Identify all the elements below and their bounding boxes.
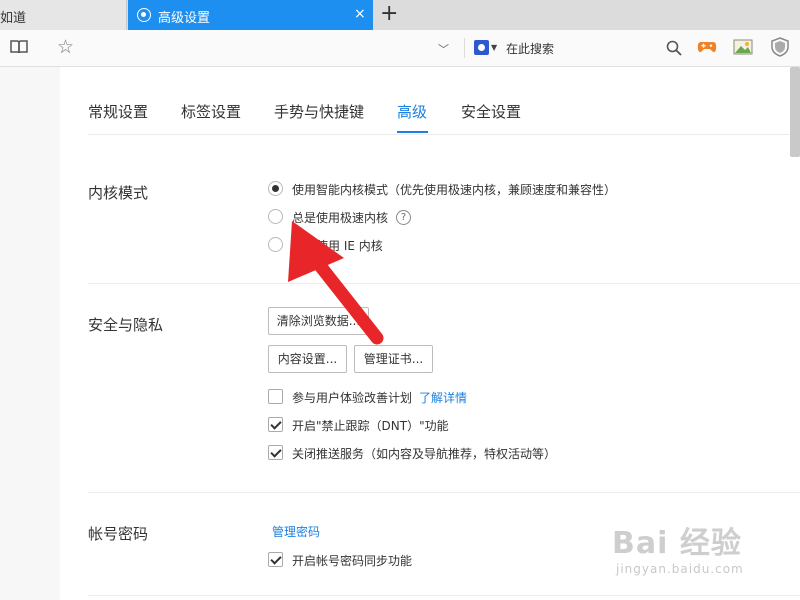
search-icon[interactable] — [666, 40, 682, 56]
radio-speed-kernel-label[interactable]: 总是使用极速内核 — [292, 209, 388, 226]
radio-ie-kernel-label[interactable]: 总是使用 IE 内核 — [292, 237, 383, 254]
scrollbar[interactable] — [790, 67, 800, 157]
tab-previous-label: 如道 — [0, 11, 27, 26]
content-settings-button[interactable]: 内容设置... — [268, 345, 347, 373]
checkbox-dnt-label[interactable]: 开启"禁止跟踪（DNT）"功能 — [292, 417, 449, 434]
baidu-paw-icon[interactable] — [474, 40, 489, 55]
book-icon[interactable] — [10, 40, 28, 54]
tab-close-icon[interactable]: × — [354, 6, 366, 22]
radio-smart-kernel[interactable] — [268, 181, 283, 196]
checkbox-ux-program[interactable] — [268, 389, 283, 404]
checkbox-disable-push-label[interactable]: 关闭推送服务（如内容及导航推荐，特权活动等） — [292, 445, 556, 462]
help-icon[interactable]: ? — [396, 210, 411, 225]
tab-strip: 如道 高级设置 × + — [0, 0, 800, 30]
toolbar-separator — [464, 38, 465, 58]
clear-browsing-data-button[interactable]: 清除浏览数据... — [268, 307, 369, 335]
radio-ie-kernel[interactable] — [268, 237, 283, 252]
radio-speed-kernel[interactable] — [268, 209, 283, 224]
game-controller-icon[interactable] — [697, 39, 717, 55]
toolbar: ☆ ﹀ ▼ — [0, 30, 800, 67]
active-tab-underline — [397, 131, 428, 133]
divider — [88, 595, 800, 596]
checkbox-ux-program-label[interactable]: 参与用户体验改善计划 — [292, 389, 412, 406]
divider — [88, 492, 800, 493]
manage-certificates-button[interactable]: 管理证书... — [354, 345, 433, 373]
radio-smart-kernel-label[interactable]: 使用智能内核模式（优先使用极速内核，兼顾速度和兼容性） — [292, 181, 616, 198]
search-engine-dropdown-icon[interactable]: ▼ — [491, 43, 497, 52]
tab-security-settings[interactable]: 安全设置 — [461, 101, 521, 121]
tab-general-settings[interactable]: 常规设置 — [88, 101, 148, 121]
new-tab-button[interactable]: + — [380, 2, 398, 26]
tab-gestures-shortcuts[interactable]: 手势与快捷键 — [274, 101, 364, 121]
security-privacy-title: 安全与隐私 — [88, 316, 164, 334]
kernel-mode-title: 内核模式 — [88, 184, 149, 202]
tab-advanced-settings[interactable]: 高级设置 × — [128, 0, 373, 30]
checkbox-password-sync-label[interactable]: 开启帐号密码同步功能 — [292, 552, 412, 569]
divider — [88, 283, 800, 284]
settings-gear-icon — [137, 8, 151, 22]
image-icon[interactable] — [733, 39, 753, 55]
tab-previous[interactable]: 如道 — [0, 0, 127, 30]
baidu-jingyan-watermark: Bai 经验 jingyan.baidu.com — [612, 518, 794, 584]
search-input[interactable] — [506, 39, 656, 59]
divider — [88, 134, 800, 135]
account-password-title: 帐号密码 — [88, 525, 149, 543]
tab-active-label: 高级设置 — [158, 11, 211, 26]
manage-passwords-link[interactable]: 管理密码 — [272, 523, 320, 540]
star-icon[interactable]: ☆ — [57, 36, 74, 58]
tab-tab-settings[interactable]: 标签设置 — [181, 101, 241, 121]
watermark-logo-text: Bai 经验 — [612, 526, 742, 561]
checkbox-disable-push[interactable] — [268, 445, 283, 460]
shield-icon[interactable] — [771, 37, 789, 57]
checkbox-dnt[interactable] — [268, 417, 283, 432]
watermark-url: jingyan.baidu.com — [616, 562, 744, 576]
tab-advanced[interactable]: 高级 — [397, 101, 427, 121]
chevron-down-icon[interactable]: ﹀ — [438, 41, 449, 57]
checkbox-password-sync[interactable] — [268, 552, 283, 567]
learn-more-link[interactable]: 了解详情 — [419, 389, 467, 406]
